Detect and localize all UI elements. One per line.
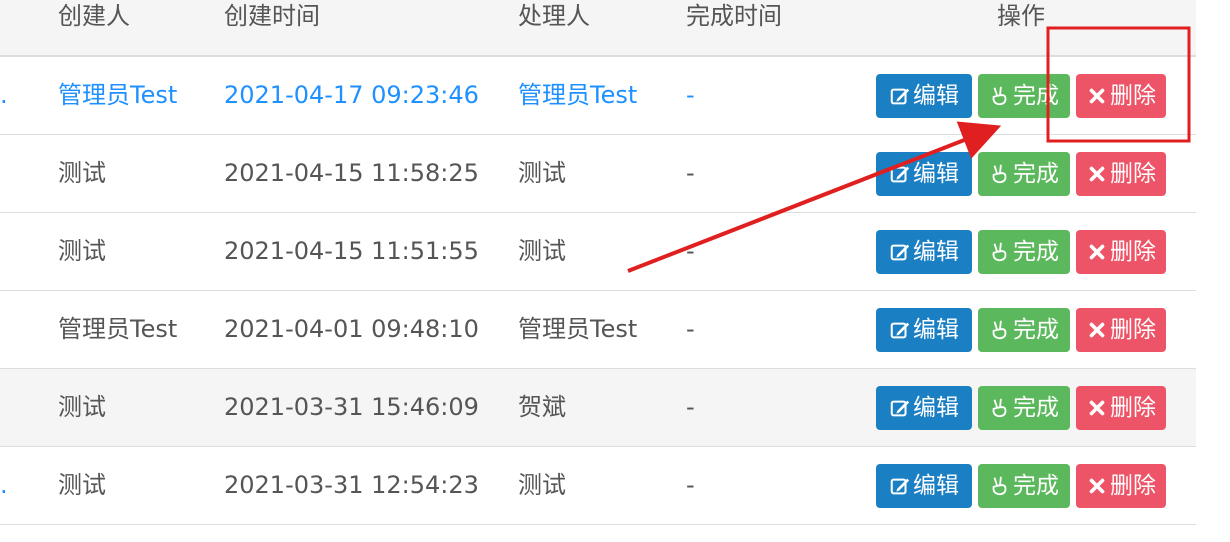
delete-button[interactable]: 删除 [1076, 386, 1166, 430]
delete-label: 删除 [1110, 395, 1156, 421]
done-button[interactable]: 完成 [978, 230, 1070, 274]
table-row[interactable]: 测试 2021-04-15 11:51:55 测试 - 编辑 完成 删除 [0, 213, 1196, 291]
table-row[interactable]: 测试 2021-04-15 11:58:25 测试 - 编辑 完成 删除 [0, 135, 1196, 213]
done-time-cell: - [686, 471, 695, 499]
table-row[interactable]: 测试 2021-03-31 15:46:09 贺斌 - 编辑 完成 删除 [0, 369, 1196, 447]
row-actions: 编辑 完成 删除 [876, 386, 1166, 430]
done-label: 完成 [1013, 161, 1059, 187]
hand-peace-icon [992, 398, 1007, 418]
done-button[interactable]: 完成 [978, 308, 1070, 352]
delete-label: 删除 [1110, 83, 1156, 109]
table-row[interactable]: . 管理员Test 2021-04-17 09:23:46 管理员Test - … [0, 57, 1196, 135]
creator-cell: 管理员Test [58, 315, 178, 343]
close-icon [1089, 478, 1105, 494]
edit-label: 编辑 [913, 239, 959, 265]
close-icon [1089, 244, 1105, 260]
delete-button[interactable]: 删除 [1076, 152, 1166, 196]
created-time-cell: 2021-04-01 09:48:10 [224, 315, 479, 343]
edit-label: 编辑 [913, 395, 959, 421]
truncated-cell: . [0, 471, 8, 499]
creator-cell: 测试 [58, 393, 106, 421]
delete-label: 删除 [1110, 317, 1156, 343]
edit-button[interactable]: 编辑 [876, 230, 972, 274]
done-time-cell: - [686, 315, 695, 343]
truncated-cell: . [0, 81, 8, 109]
close-icon [1089, 322, 1105, 338]
task-table: 创建人 创建时间 处理人 完成时间 操作 . 管理员Test 2021-04-1… [0, 0, 1196, 525]
done-label: 完成 [1013, 239, 1059, 265]
edit-icon [890, 244, 910, 261]
done-label: 完成 [1013, 83, 1059, 109]
edit-icon [890, 400, 910, 417]
row-actions: 编辑 完成 删除 [876, 74, 1166, 118]
created-time-cell[interactable]: 2021-04-17 09:23:46 [224, 57, 479, 134]
creator-cell: 测试 [58, 471, 106, 499]
creator-cell[interactable]: 管理员Test [58, 57, 177, 134]
hand-peace-icon [992, 242, 1007, 262]
header-creator[interactable]: 创建人 [58, 0, 130, 32]
created-time-cell: 2021-04-15 11:58:25 [224, 159, 479, 187]
done-label: 完成 [1013, 473, 1059, 499]
handler-cell: 贺斌 [518, 393, 566, 421]
delete-button[interactable]: 删除 [1076, 308, 1166, 352]
delete-button[interactable]: 删除 [1076, 74, 1166, 118]
done-time-cell: - [686, 393, 695, 421]
handler-cell: 管理员Test [518, 315, 638, 343]
delete-label: 删除 [1110, 161, 1156, 187]
edit-label: 编辑 [913, 473, 959, 499]
edit-button[interactable]: 编辑 [876, 308, 972, 352]
done-button[interactable]: 完成 [978, 386, 1070, 430]
close-icon [1089, 166, 1105, 182]
creator-cell: 测试 [58, 159, 106, 187]
edit-icon [890, 322, 910, 339]
done-time-cell[interactable]: - [686, 57, 695, 134]
created-time-cell: 2021-03-31 12:54:23 [224, 471, 479, 499]
done-button[interactable]: 完成 [978, 74, 1070, 118]
done-button[interactable]: 完成 [978, 152, 1070, 196]
header-actions: 操作 [997, 2, 1045, 30]
done-label: 完成 [1013, 395, 1059, 421]
edit-icon [890, 166, 910, 183]
hand-peace-icon [992, 86, 1007, 106]
table-row[interactable]: . 测试 2021-03-31 12:54:23 测试 - 编辑 完成 删除 [0, 447, 1196, 525]
created-time-cell: 2021-04-15 11:51:55 [224, 237, 479, 265]
close-icon [1089, 400, 1105, 416]
done-button[interactable]: 完成 [978, 464, 1070, 508]
handler-cell: 测试 [518, 471, 566, 499]
edit-button[interactable]: 编辑 [876, 464, 972, 508]
hand-peace-icon [992, 164, 1007, 184]
delete-label: 删除 [1110, 239, 1156, 265]
done-time-cell: - [686, 237, 695, 265]
edit-label: 编辑 [913, 83, 959, 109]
hand-peace-icon [992, 320, 1007, 340]
edit-button[interactable]: 编辑 [876, 152, 972, 196]
handler-cell: 测试 [518, 159, 566, 187]
edit-icon [890, 88, 910, 105]
table-header: 创建人 创建时间 处理人 完成时间 操作 [0, 0, 1196, 57]
delete-label: 删除 [1110, 473, 1156, 499]
creator-cell: 测试 [58, 237, 106, 265]
edit-label: 编辑 [913, 161, 959, 187]
row-actions: 编辑 完成 删除 [876, 464, 1166, 508]
delete-button[interactable]: 删除 [1076, 230, 1166, 274]
done-time-cell: - [686, 159, 695, 187]
edit-button[interactable]: 编辑 [876, 74, 972, 118]
handler-cell[interactable]: 管理员Test [518, 57, 637, 134]
edit-label: 编辑 [913, 317, 959, 343]
header-handler[interactable]: 处理人 [518, 0, 590, 32]
created-time-cell: 2021-03-31 15:46:09 [224, 393, 479, 421]
hand-peace-icon [992, 476, 1007, 496]
table-row[interactable]: 管理员Test 2021-04-01 09:48:10 管理员Test - 编辑… [0, 291, 1196, 369]
row-actions: 编辑 完成 删除 [876, 230, 1166, 274]
edit-button[interactable]: 编辑 [876, 386, 972, 430]
edit-icon [890, 478, 910, 495]
close-icon [1089, 88, 1105, 104]
row-actions: 编辑 完成 删除 [876, 308, 1166, 352]
delete-button[interactable]: 删除 [1076, 464, 1166, 508]
header-done-time[interactable]: 完成时间 [686, 0, 782, 32]
row-actions: 编辑 完成 删除 [876, 152, 1166, 196]
handler-cell: 测试 [518, 237, 566, 265]
done-label: 完成 [1013, 317, 1059, 343]
header-created-time[interactable]: 创建时间 [224, 0, 320, 32]
